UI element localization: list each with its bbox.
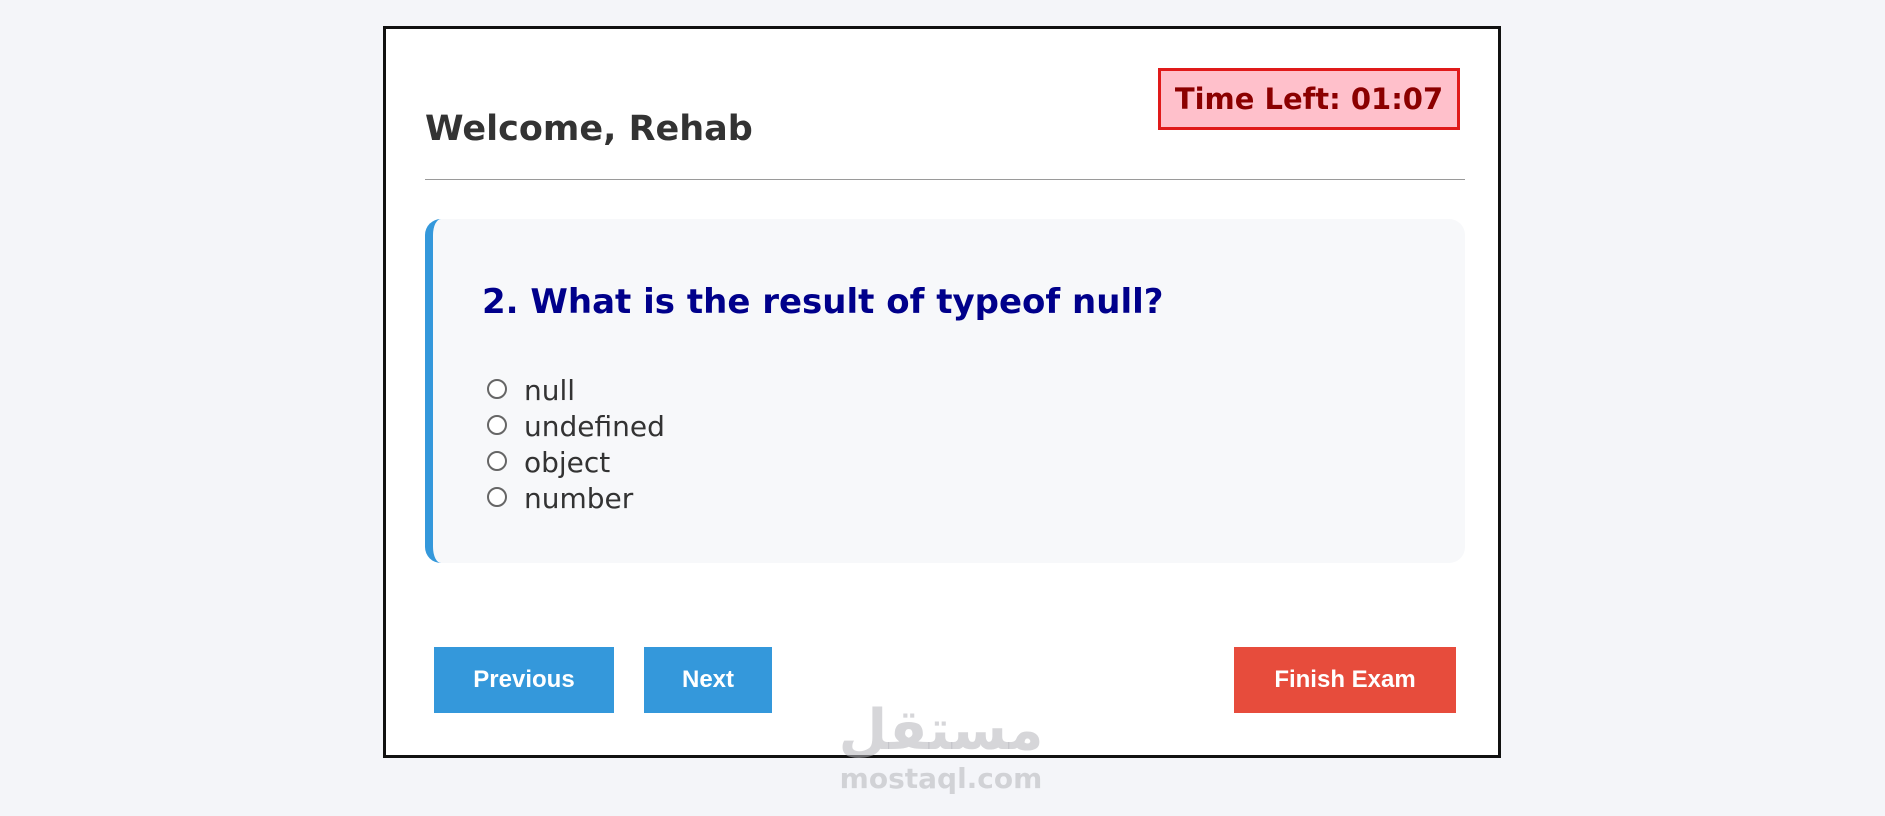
- welcome-heading: Welcome, Rehab: [425, 109, 753, 149]
- option-label: undefined: [524, 410, 665, 443]
- option-label: object: [524, 446, 611, 479]
- answer-option-undefined[interactable]: undefined: [487, 409, 665, 445]
- radio-button[interactable]: [487, 487, 507, 507]
- timer-text: Time Left: 01:07: [1174, 82, 1444, 116]
- answer-option-number[interactable]: number: [487, 481, 665, 517]
- next-button[interactable]: Next: [644, 647, 772, 713]
- answer-option-null[interactable]: null: [487, 373, 665, 409]
- option-label: number: [524, 482, 634, 515]
- watermark-latin-text: mostaql.com: [839, 762, 1043, 795]
- radio-button[interactable]: [487, 451, 507, 471]
- radio-button[interactable]: [487, 379, 507, 399]
- exam-container: Time Left: 01:07 Welcome, Rehab 2. What …: [383, 26, 1501, 758]
- radio-button[interactable]: [487, 415, 507, 435]
- option-label: null: [524, 374, 576, 407]
- answer-options: null undefined object number: [487, 373, 665, 517]
- question-card: 2. What is the result of typeof null? nu…: [425, 219, 1465, 563]
- finish-exam-button[interactable]: Finish Exam: [1234, 647, 1456, 713]
- previous-button[interactable]: Previous: [434, 647, 614, 713]
- header-divider: [425, 179, 1465, 180]
- question-text: 2. What is the result of typeof null?: [482, 282, 1164, 322]
- answer-option-object[interactable]: object: [487, 445, 665, 481]
- timer-badge: Time Left: 01:07: [1158, 68, 1460, 130]
